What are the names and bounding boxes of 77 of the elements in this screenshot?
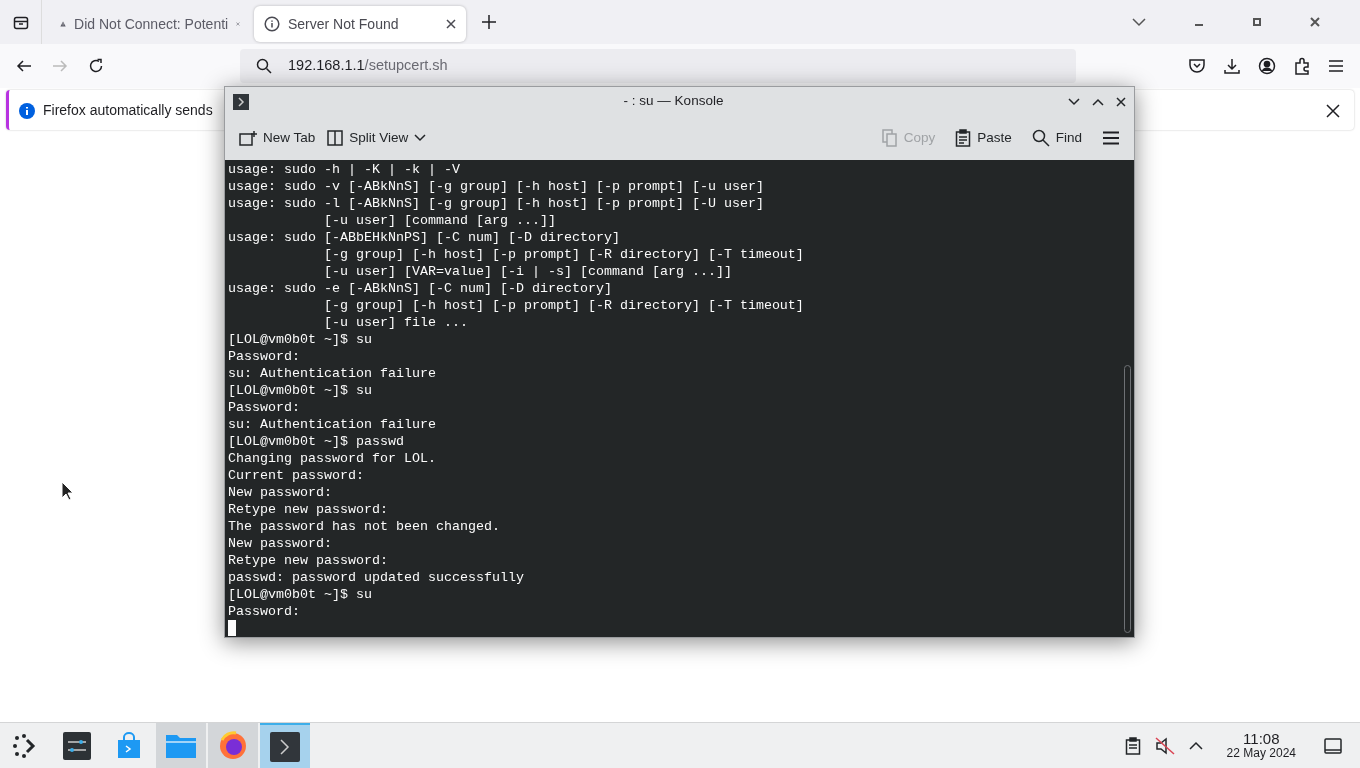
notification-text: Firefox automatically sends [43, 100, 213, 120]
clock[interactable]: 11:08 22 May 2024 [1226, 730, 1296, 761]
terminal-line: [LOL@vm0b0t ~]$ su [228, 382, 373, 399]
chevron-up-icon[interactable] [1188, 740, 1203, 751]
account-icon[interactable] [1258, 57, 1276, 75]
terminal-line: [-u user] [VAR=value] [-i | -s] [command [arg ...]] [322, 263, 733, 280]
terminal-line: New password: [228, 484, 333, 501]
pocket-icon[interactable] [1188, 57, 1206, 75]
muted-speaker-icon[interactable] [1154, 736, 1175, 755]
taskbar-app[interactable] [260, 723, 310, 768]
split-view-icon [327, 130, 344, 146]
terminal-line: usage: sudo -l [-ABkNnS] [-g group] [-h host] [-p prompt] [-U user] [228, 195, 765, 212]
terminal-line: Changing password for LOL. [228, 450, 437, 467]
launcher-icon [12, 732, 38, 759]
terminal-line: usage: sudo -e [-ABkNnS] [-C num] [-D directory] [228, 280, 613, 297]
terminal-line: Password: [228, 348, 301, 365]
show-desktop-icon[interactable] [1324, 737, 1342, 754]
download-icon[interactable] [1223, 57, 1241, 75]
text-cursor [228, 620, 236, 636]
close-icon[interactable] [1326, 103, 1340, 118]
tab-list-icon[interactable] [12, 14, 29, 30]
terminal-line: Password: [228, 603, 301, 620]
maximize-icon[interactable] [1092, 97, 1104, 106]
window-title: - : su — Konsole [623, 92, 724, 111]
new-tab-icon [239, 130, 257, 146]
browser-globe-icon [218, 730, 248, 761]
menu-icon[interactable] [1328, 59, 1344, 73]
terminal-line: Password: [228, 399, 301, 416]
address-bar[interactable]: 192.168.1.1/setupcert.sh [240, 49, 1076, 83]
maximize-icon[interactable] [1252, 17, 1262, 27]
browser-tab[interactable]: Did Not Connect: Potenti [50, 6, 250, 42]
info-icon [19, 102, 35, 119]
terminal-line: [-u user] file ... [322, 314, 469, 331]
terminal-line: New password: [228, 535, 333, 552]
terminal-line: [LOL@vm0b0t ~]$ passwd [228, 433, 405, 450]
terminal-line: su: Authentication failure [228, 416, 437, 433]
terminal-line: [-u user] [command [arg ...]] [322, 212, 557, 229]
new-tab-icon[interactable] [482, 15, 496, 30]
reload-icon[interactable] [88, 58, 104, 74]
close-icon[interactable] [1310, 17, 1320, 27]
chevron-down-icon[interactable] [1132, 17, 1146, 27]
search-icon [1031, 129, 1050, 147]
settings-sliders-icon [63, 731, 91, 760]
terminal-line: [-g group] [-h host] [-p prompt] [-R directory] [-T timeout] [322, 297, 805, 314]
info-icon [264, 16, 280, 32]
browser-tab[interactable]: Server Not Found [254, 6, 466, 42]
terminal-icon [233, 93, 249, 110]
terminal-icon [270, 731, 300, 762]
toolbar-button[interactable]: Paste [949, 123, 1018, 153]
search-icon [256, 58, 272, 75]
copy-icon [881, 129, 898, 147]
terminal-line: usage: sudo -h | -K | -k | -V [228, 161, 461, 178]
chevron-down-icon [414, 134, 427, 142]
close-icon[interactable] [1116, 96, 1126, 107]
terminal-line: Current password: [228, 467, 365, 484]
terminal-line: su: Authentication failure [228, 365, 437, 382]
clipboard-icon[interactable] [1124, 736, 1141, 755]
minimize-icon[interactable] [1068, 97, 1080, 106]
terminal-line: usage: sudo -v [-ABkNnS] [-g group] [-h host] [-p prompt] [-u user] [228, 178, 765, 195]
menu-icon[interactable] [1102, 131, 1120, 146]
close-icon[interactable] [446, 19, 456, 29]
terminal-line: [LOL@vm0b0t ~]$ su [228, 586, 373, 603]
mouse-pointer-icon [61, 481, 74, 502]
puzzle-icon[interactable] [1293, 57, 1311, 75]
terminal-line: Retype new password: [228, 501, 389, 518]
back-icon[interactable] [16, 58, 32, 74]
clipboard-icon [955, 129, 972, 147]
terminal-line: The password has not been changed. [228, 518, 501, 535]
toolbar-button[interactable]: Split View [321, 123, 433, 153]
terminal-line: [LOL@vm0b0t ~]$ su [228, 331, 373, 348]
terminal-line: Retype new password: [228, 552, 389, 569]
terminal-line: usage: sudo [-ABbEHkNnPS] [-C num] [-D directory] [228, 229, 621, 246]
toolbar-button[interactable]: Find [1025, 123, 1088, 153]
terminal-line: [-g group] [-h host] [-p prompt] [-R directory] [-T timeout] [322, 246, 805, 263]
terminal-line: passwd: password updated successfully [228, 569, 525, 586]
shopping-bag-icon [115, 731, 143, 760]
toolbar-button[interactable]: New Tab [233, 123, 322, 153]
